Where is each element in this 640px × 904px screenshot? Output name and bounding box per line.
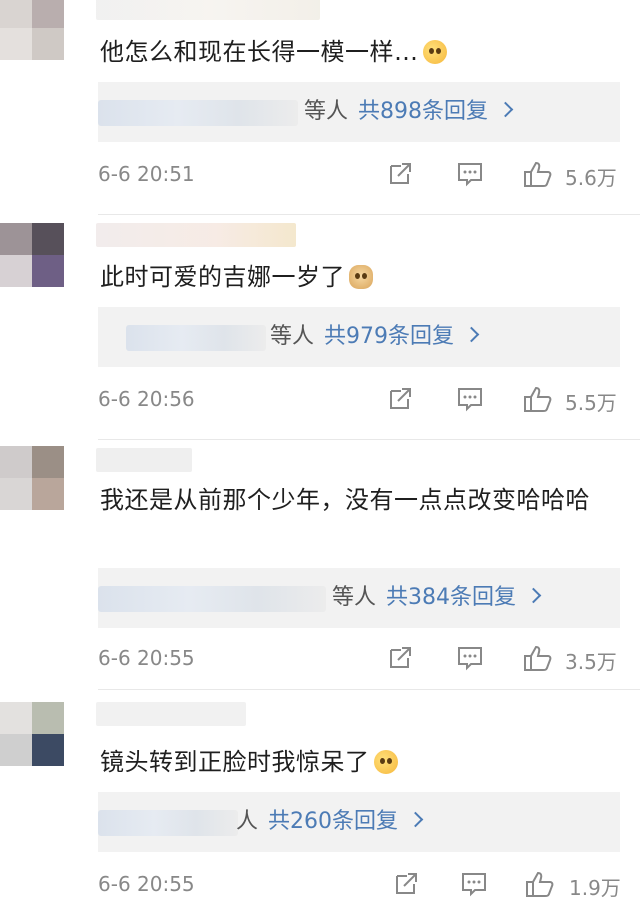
share-icon[interactable] xyxy=(386,385,414,413)
share-icon[interactable] xyxy=(386,644,414,672)
like-count: 5.6万 xyxy=(565,166,617,190)
comment-text: 镜头转到正脸时我惊呆了 xyxy=(100,744,620,780)
timestamp: 6-6 20:56 xyxy=(98,387,195,411)
like-icon[interactable] xyxy=(522,644,554,672)
reply-names-blurred xyxy=(98,586,326,612)
comment-icon[interactable] xyxy=(456,644,484,672)
like-count: 3.5万 xyxy=(565,650,617,674)
username-blurred[interactable] xyxy=(96,448,192,472)
comment-meta: 6-6 20:51 5.6万 xyxy=(98,160,628,192)
chevron-right-icon xyxy=(463,326,480,343)
reply-users: 等人 xyxy=(332,585,377,610)
comment-item: 他怎么和现在长得一模一样… 等人 共898条回复 6-6 20:51 5.6万 xyxy=(0,0,640,215)
avatar[interactable] xyxy=(0,702,64,766)
comment-icon[interactable] xyxy=(460,870,488,898)
timestamp: 6-6 20:51 xyxy=(98,162,195,186)
like-icon[interactable] xyxy=(522,385,554,413)
comment-item: 镜头转到正脸时我惊呆了 人共260条回复 6-6 20:55 1.9万 xyxy=(0,690,640,904)
username-blurred[interactable] xyxy=(96,0,320,20)
like-icon[interactable] xyxy=(524,870,556,898)
astonished-emoji-icon xyxy=(373,750,398,774)
comment-text: 我还是从前那个少年，没有一点点改变哈哈哈 xyxy=(100,486,590,514)
reply-preview[interactable]: 人共260条回复 xyxy=(98,792,620,852)
reply-preview[interactable]: 等人 共979条回复 xyxy=(98,307,620,367)
chevron-right-icon xyxy=(407,811,424,828)
comment-icon[interactable] xyxy=(456,385,484,413)
reply-preview[interactable]: 等人 共898条回复 xyxy=(98,82,620,142)
reply-users: 等人 xyxy=(270,324,315,349)
comment-icon[interactable] xyxy=(456,160,484,188)
timestamp: 6-6 20:55 xyxy=(98,646,195,670)
avatar[interactable] xyxy=(0,0,64,60)
comment-item: 我还是从前那个少年，没有一点点改变哈哈哈 等人 共384条回复 6-6 20:55… xyxy=(0,440,640,690)
reply-users: 人 xyxy=(236,809,259,834)
username-blurred[interactable] xyxy=(96,223,296,247)
like-icon[interactable] xyxy=(522,160,554,188)
share-icon[interactable] xyxy=(392,870,420,898)
avatar[interactable] xyxy=(0,223,64,287)
comment-meta: 6-6 20:56 5.5万 xyxy=(98,385,628,417)
reply-count-link[interactable]: 共979条回复 xyxy=(324,324,454,349)
reply-preview[interactable]: 等人 共384条回复 xyxy=(98,568,620,628)
comment-meta: 6-6 20:55 1.9万 xyxy=(98,870,628,902)
share-icon[interactable] xyxy=(386,160,414,188)
like-count: 5.5万 xyxy=(565,391,617,415)
reply-names-blurred xyxy=(98,810,238,836)
reply-names-blurred xyxy=(126,325,266,351)
reply-names-blurred xyxy=(98,100,298,126)
comment-item: 此时可爱的吉娜一岁了 等人 共979条回复 6-6 20:56 5.5万 xyxy=(0,215,640,440)
reply-users: 等人 xyxy=(304,99,349,124)
avatar[interactable] xyxy=(0,446,64,510)
chevron-right-icon xyxy=(525,587,542,604)
reply-count-link[interactable]: 共898条回复 xyxy=(358,99,488,124)
username-blurred[interactable] xyxy=(96,702,246,726)
reply-count-link[interactable]: 共260条回复 xyxy=(268,809,398,834)
chevron-right-icon xyxy=(497,101,514,118)
comment-text: 他怎么和现在长得一模一样… xyxy=(100,34,620,70)
comment-text: 此时可爱的吉娜一岁了 xyxy=(100,259,620,295)
reply-count-link[interactable]: 共384条回复 xyxy=(386,585,516,610)
doge-emoji-icon xyxy=(349,265,373,289)
like-count: 1.9万 xyxy=(569,876,621,900)
timestamp: 6-6 20:55 xyxy=(98,872,195,896)
comment-meta: 6-6 20:55 3.5万 xyxy=(98,644,628,676)
astonished-emoji-icon xyxy=(422,40,447,64)
